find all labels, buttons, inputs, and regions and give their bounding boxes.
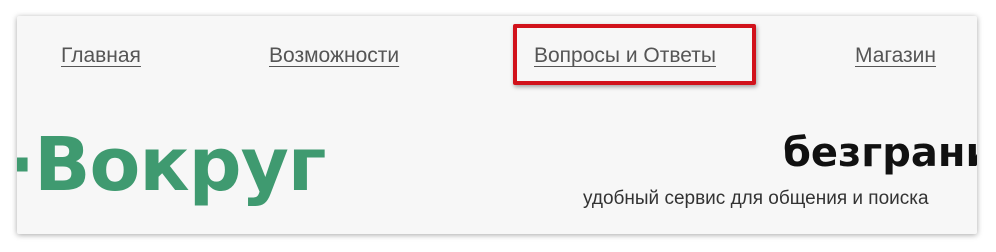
nav-link-shop[interactable]: Магазин — [855, 44, 936, 68]
logo: ·Вокруг — [17, 122, 326, 208]
nav-link-features[interactable]: Возможности — [269, 44, 399, 68]
tagline-headline: безграни — [783, 130, 977, 176]
logo-dot: · — [17, 122, 35, 208]
tagline-subline: удобный сервис для общения и поиска — [583, 188, 929, 209]
nav-link-home[interactable]: Главная — [61, 44, 141, 68]
highlight-box — [513, 24, 756, 85]
site-header: Главная Возможности Вопросы и Ответы Маг… — [17, 16, 977, 234]
logo-text: Вокруг — [34, 122, 326, 208]
